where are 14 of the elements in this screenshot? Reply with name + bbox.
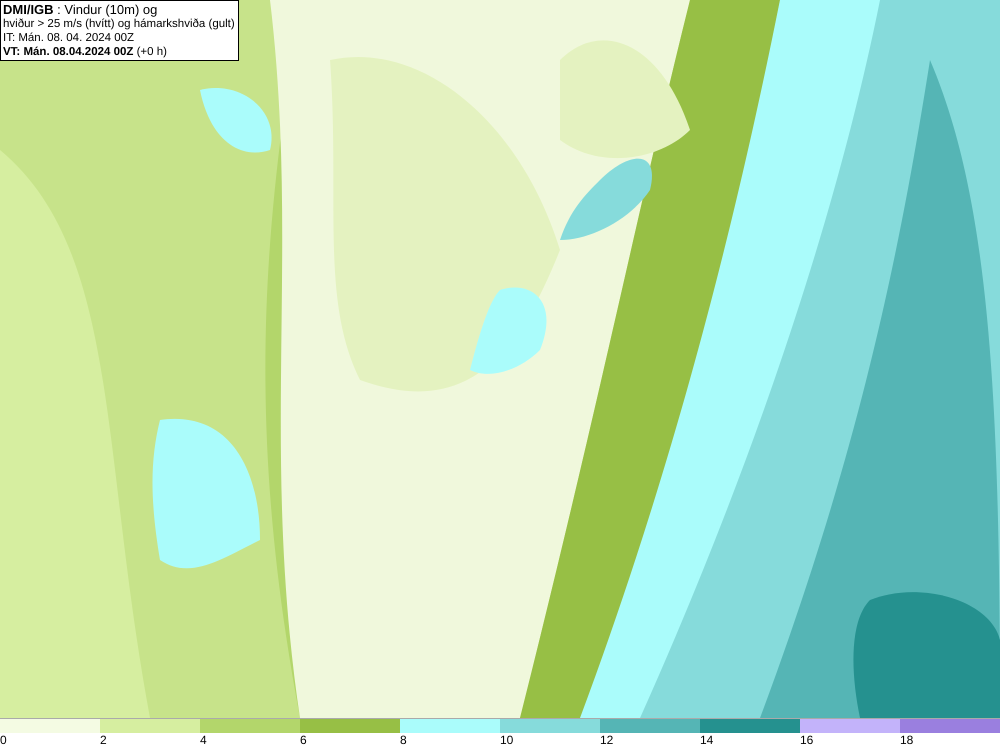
- legend-label: 10: [500, 733, 514, 747]
- legend-label: 18: [900, 733, 914, 747]
- legend-label: 4: [200, 733, 207, 747]
- legend-label: 12: [600, 733, 614, 747]
- legend-label: 16: [800, 733, 814, 747]
- legend-label: 8: [400, 733, 407, 747]
- title-line: VT: Mán. 08.04.2024 00Z (+0 h): [3, 45, 167, 59]
- title-line: IT: Mán. 08. 04. 2024 00Z: [3, 31, 134, 45]
- legend-label: 14: [700, 733, 714, 747]
- legend-label: 0: [0, 733, 7, 747]
- title-line: hviður > 25 m/s (hvítt) og hámarkshviða (gult): [3, 17, 235, 31]
- legend-label: 2: [100, 733, 107, 747]
- legend-label: 6: [300, 733, 307, 747]
- title-line: DMI/IGB : Vindur (10m) og: [3, 2, 158, 17]
